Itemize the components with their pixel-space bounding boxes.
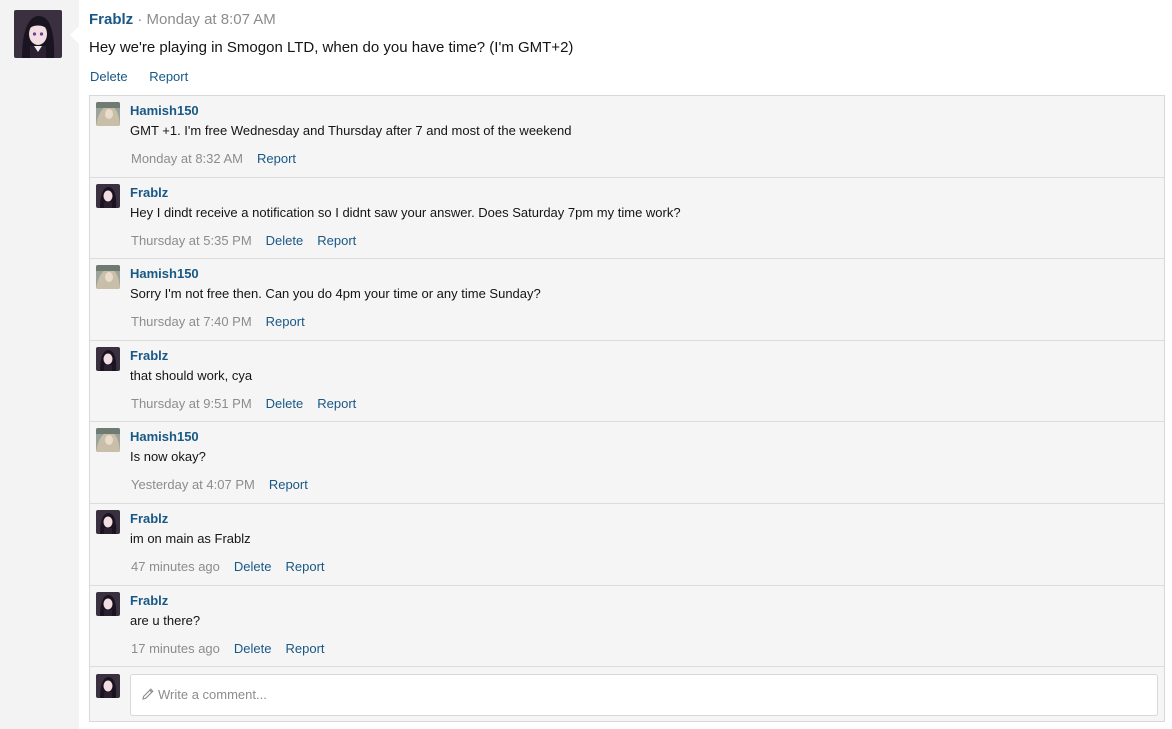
comment-avatar-hamish[interactable]: [96, 428, 120, 453]
comment-author-link[interactable]: Hamish150: [130, 103, 199, 119]
comment-avatar-frablz[interactable]: [96, 509, 120, 534]
post-separator: ·: [137, 11, 143, 28]
comment-text: im on main as Frablz: [130, 530, 251, 546]
comment: Frablz that should work, cya Thursday at…: [90, 341, 1164, 423]
comment-delete-link[interactable]: Delete: [234, 559, 272, 574]
post-message: Hey we're playing in Smogon LTD, when do…: [89, 39, 574, 56]
comment-avatar-frablz[interactable]: [96, 346, 120, 371]
comment-report-link[interactable]: Report: [285, 559, 324, 574]
comment-author-link[interactable]: Frablz: [130, 593, 168, 609]
comment-meta: Thursday at 5:35 PM Delete Report: [131, 232, 370, 249]
comment-meta: Thursday at 9:51 PM Delete Report: [131, 395, 370, 412]
comment-text: Sorry I'm not free then. Can you do 4pm …: [130, 286, 541, 302]
comment-timestamp[interactable]: Thursday at 9:51 PM: [131, 396, 252, 411]
post-report-link[interactable]: Report: [149, 69, 188, 84]
post-caret: [70, 26, 79, 44]
comment-composer: Write a comment...: [90, 668, 1164, 722]
comment: Frablz are u there? 17 minutes ago Delete…: [90, 586, 1164, 668]
comment-report-link[interactable]: Report: [285, 641, 324, 656]
comment-report-link[interactable]: Report: [317, 396, 356, 411]
comment: Frablz Hey I dindt receive a notificatio…: [90, 178, 1164, 260]
comment-avatar-frablz[interactable]: [96, 591, 120, 616]
comment-avatar-hamish[interactable]: [96, 265, 120, 290]
comment-delete-link[interactable]: Delete: [266, 233, 304, 248]
comment-timestamp[interactable]: 17 minutes ago: [131, 641, 220, 656]
comment-text: are u there?: [130, 612, 201, 628]
post-timestamp[interactable]: Monday at 8:07 AM: [147, 11, 276, 28]
comment: Frablz im on main as Frablz 47 minutes a…: [90, 504, 1164, 586]
comment-meta: Yesterday at 4:07 PM Report: [131, 476, 322, 493]
comment-meta: 47 minutes ago Delete Report: [131, 558, 339, 575]
comment-author-link[interactable]: Frablz: [130, 348, 168, 364]
comment-timestamp[interactable]: Thursday at 7:40 PM: [131, 314, 252, 329]
left-gutter: [0, 0, 79, 729]
post-author-link[interactable]: Frablz: [89, 11, 133, 28]
comment-timestamp[interactable]: 47 minutes ago: [131, 559, 220, 574]
pencil-icon: [141, 687, 155, 701]
profile-post: Frablz · Monday at 8:07 AM Hey we're pla…: [89, 8, 1165, 86]
comment: Hamish150 Is now okay? Yesterday at 4:07…: [90, 422, 1164, 504]
comment-input-placeholder: Write a comment...: [158, 687, 267, 702]
comment-text: that should work, cya: [130, 367, 253, 383]
comment-report-link[interactable]: Report: [317, 233, 356, 248]
comment-author-link[interactable]: Frablz: [130, 511, 168, 527]
comment-author-link[interactable]: Frablz: [130, 185, 168, 201]
composer-avatar: [96, 674, 120, 698]
comment-timestamp[interactable]: Thursday at 5:35 PM: [131, 233, 252, 248]
comment-author-link[interactable]: Hamish150: [130, 429, 199, 445]
comment-avatar-frablz[interactable]: [96, 183, 120, 208]
comments-panel: Hamish150 GMT +1. I'm free Wednesday and…: [89, 95, 1165, 722]
comment-text: Hey I dindt receive a notification so I …: [130, 204, 681, 220]
comment-input[interactable]: Write a comment...: [130, 674, 1158, 716]
comment-text: Is now okay?: [130, 449, 206, 465]
comment-author-link[interactable]: Hamish150: [130, 266, 199, 282]
avatar[interactable]: [14, 10, 62, 58]
comment: Hamish150 GMT +1. I'm free Wednesday and…: [90, 96, 1164, 178]
comment-meta: 17 minutes ago Delete Report: [131, 640, 339, 657]
comment-report-link[interactable]: Report: [257, 151, 296, 166]
comment-timestamp[interactable]: Monday at 8:32 AM: [131, 151, 243, 166]
comment-avatar-hamish[interactable]: [96, 102, 120, 126]
post-actions: Delete Report: [89, 68, 1165, 86]
comment-delete-link[interactable]: Delete: [234, 641, 272, 656]
comment-text: GMT +1. I'm free Wednesday and Thursday …: [130, 123, 572, 138]
post-delete-link[interactable]: Delete: [90, 69, 128, 84]
comment-report-link[interactable]: Report: [266, 314, 305, 329]
comment-delete-link[interactable]: Delete: [266, 396, 304, 411]
comment: Hamish150 Sorry I'm not free then. Can y…: [90, 259, 1164, 341]
comment-report-link[interactable]: Report: [269, 477, 308, 492]
comment-meta: Thursday at 7:40 PM Report: [131, 313, 319, 330]
comment-timestamp[interactable]: Yesterday at 4:07 PM: [131, 477, 255, 492]
post-header: Frablz · Monday at 8:07 AM: [89, 8, 1165, 32]
comment-meta: Monday at 8:32 AM Report: [131, 150, 310, 167]
